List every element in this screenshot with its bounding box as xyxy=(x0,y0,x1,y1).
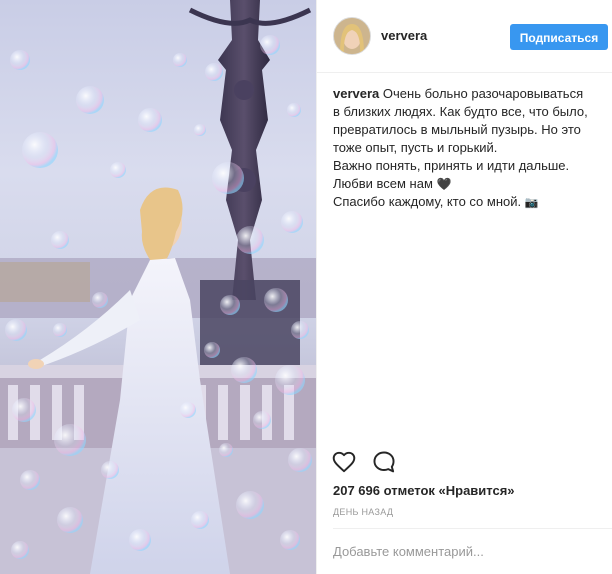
caption-line: ververa Очень больно разочаровываться xyxy=(333,85,605,103)
like-button[interactable] xyxy=(331,449,359,477)
post-side-panel: ververa Подписаться ververa Очень больно… xyxy=(317,0,612,574)
comment-button[interactable] xyxy=(371,449,399,477)
caption-text: Спасибо каждому, кто со мной. xyxy=(333,194,522,209)
post-caption: ververa Очень больно разочаровываться в … xyxy=(333,85,605,212)
username-link[interactable]: ververa xyxy=(381,28,427,43)
camera-emoji: 📷 xyxy=(524,197,539,209)
caption-text: в близких людях. Как будто все, что было… xyxy=(333,104,588,119)
avatar-image xyxy=(334,18,370,54)
caption-text: Очень больно разочаровываться xyxy=(382,86,584,101)
black-heart-emoji: 🖤 xyxy=(436,177,452,191)
likes-count[interactable]: 207 696 отметок «Нравится» xyxy=(333,483,515,498)
caption-line: Спасибо каждому, кто со мной. 📷 xyxy=(333,193,605,212)
caption-text: превратилось в мыльный пузырь. Но это xyxy=(333,122,581,137)
caption-text: Любви всем нам xyxy=(333,176,433,191)
caption-text: тоже опыт, пусть и горький. xyxy=(333,140,498,155)
caption-line: Любви всем нам 🖤 xyxy=(333,175,605,193)
speech-bubble-icon xyxy=(373,451,395,473)
heart-outline-icon xyxy=(332,451,356,473)
instagram-post: ververa Подписаться ververa Очень больно… xyxy=(0,0,612,574)
caption-username[interactable]: ververa xyxy=(333,86,379,101)
post-timestamp: День назад xyxy=(333,507,394,517)
comment-input[interactable] xyxy=(333,540,603,562)
avatar[interactable] xyxy=(333,17,371,55)
post-photo[interactable] xyxy=(0,0,316,574)
post-header: ververa Подписаться xyxy=(317,0,612,73)
comment-divider xyxy=(333,528,612,529)
photo-illustration xyxy=(0,0,316,574)
follow-button[interactable]: Подписаться xyxy=(510,24,608,50)
caption-text: Важно понять, принять и идти дальше. xyxy=(333,158,570,173)
